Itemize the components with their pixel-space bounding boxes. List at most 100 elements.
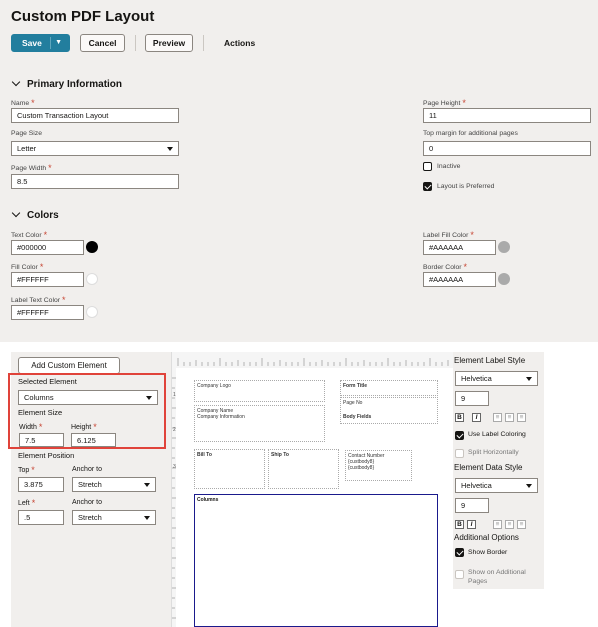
anchor-left-value: Stretch (78, 513, 102, 522)
columns-element[interactable]: Columns (194, 494, 438, 627)
anchor-to-label: Anchor to (72, 466, 102, 473)
data-font-select[interactable]: Helvetica (455, 478, 538, 493)
toolbar-divider (203, 35, 204, 51)
company-logo-text: Company Logo (197, 383, 231, 389)
actions-menu[interactable]: Actions (224, 38, 255, 48)
label-size-field[interactable]: 9 (455, 391, 489, 406)
inactive-checkbox[interactable] (423, 162, 432, 171)
left-label: Left * (18, 498, 36, 508)
chevron-down-icon (144, 516, 150, 520)
name-label: Name * (11, 98, 35, 108)
save-label: Save (22, 38, 42, 48)
top-margin-label: Top margin for additional pages (423, 130, 518, 137)
align-left-icon[interactable]: ≡ (493, 520, 502, 529)
chevron-down-icon (526, 377, 532, 381)
element-position-label: Element Position (18, 451, 75, 460)
layout-preferred-label: Layout is Preferred (437, 183, 495, 190)
top-label: Top * (18, 465, 35, 475)
label-font-select[interactable]: Helvetica (455, 371, 538, 386)
inactive-label: Inactive (437, 163, 461, 170)
data-font-value: Helvetica (461, 481, 492, 490)
bold-button[interactable]: B (455, 413, 464, 422)
company-information-text: Company Information (197, 414, 245, 420)
primary-information-header[interactable]: Primary Information (11, 77, 123, 90)
border-color-swatch[interactable] (498, 273, 510, 285)
page-height-label: Page Height * (423, 98, 466, 108)
contact-number-element[interactable]: Contact Number {custbody8} {custbody8} (345, 450, 412, 481)
left-field[interactable]: .5 (18, 510, 64, 525)
chevron-down-icon (526, 484, 532, 488)
text-color-swatch[interactable] (86, 241, 98, 253)
bill-to-text: Bill To (197, 452, 212, 458)
company-logo-element[interactable]: Company Logo (194, 380, 325, 402)
width-field[interactable]: 7.5 (19, 433, 64, 447)
page-size-value: Letter (17, 144, 37, 153)
chevron-down-icon[interactable]: ▼ (55, 39, 62, 46)
align-right-icon[interactable]: ≡ (517, 520, 526, 529)
label-text-color-field[interactable]: #FFFFFF (11, 305, 84, 320)
split-horizontally-label: Split Horizontally (468, 449, 519, 456)
page-size-select[interactable]: Letter (11, 141, 179, 156)
text-color-field[interactable]: #000000 (11, 240, 84, 255)
anchor-left-select[interactable]: Stretch (72, 510, 156, 525)
italic-button[interactable]: I (472, 413, 481, 422)
element-data-style-header: Element Data Style (454, 463, 523, 472)
show-border-checkbox[interactable] (455, 548, 464, 557)
show-on-additional-pages-label: Show on Additional Pages (468, 569, 526, 585)
chevron-down-icon (167, 147, 173, 151)
layout-preferred-checkbox[interactable] (423, 182, 432, 191)
chevron-down-icon (144, 483, 150, 487)
form-title-element[interactable]: Form Title (340, 380, 438, 396)
label-font-value: Helvetica (461, 374, 492, 383)
cancel-button[interactable]: Cancel (80, 34, 125, 52)
label-fill-color-swatch[interactable] (498, 241, 510, 253)
ship-to-element[interactable]: Ship To (268, 449, 339, 489)
page-title: Custom PDF Layout (11, 8, 155, 25)
body-fields-element[interactable]: Page No Body Fields (340, 397, 438, 424)
selected-element-value: Columns (24, 393, 54, 402)
top-field[interactable]: 3.875 (18, 477, 64, 492)
colors-header[interactable]: Colors (11, 208, 59, 221)
label-text-color-label: Label Text Color * (11, 295, 66, 305)
height-label: Height * (71, 422, 97, 432)
bill-to-element[interactable]: Bill To (194, 449, 265, 489)
element-label-style-header: Element Label Style (454, 356, 526, 365)
element-size-label: Element Size (18, 408, 63, 417)
chevron-down-icon (11, 208, 21, 218)
save-button[interactable]: Save ▼ (11, 34, 70, 52)
selected-element-select[interactable]: Columns (18, 390, 158, 405)
align-center-icon[interactable]: ≡ (505, 520, 514, 529)
label-fill-color-field[interactable]: #AAAAAA (423, 240, 496, 255)
page-width-field[interactable]: 8.5 (11, 174, 179, 189)
align-right-icon[interactable]: ≡ (517, 413, 526, 422)
height-field[interactable]: 6.125 (71, 433, 116, 447)
preview-button[interactable]: Preview (145, 34, 193, 52)
italic-button[interactable]: I (467, 520, 476, 529)
page-height-field[interactable]: 11 (423, 108, 591, 123)
name-field[interactable]: Custom Transaction Layout (11, 108, 179, 123)
chevron-down-icon (11, 77, 21, 87)
form-title-text: Form Title (343, 383, 368, 389)
align-left-icon[interactable]: ≡ (493, 413, 502, 422)
label-text-color-swatch[interactable] (86, 306, 98, 318)
split-horizontally-checkbox[interactable] (455, 449, 464, 458)
show-on-additional-pages-checkbox[interactable] (455, 570, 464, 579)
save-divider (50, 37, 51, 49)
body-fields-text: Body Fields (343, 414, 372, 420)
data-size-field[interactable]: 9 (455, 498, 489, 513)
add-custom-element-button[interactable]: Add Custom Element (18, 357, 120, 374)
label-fill-color-label: Label Fill Color * (423, 230, 474, 240)
fill-color-swatch[interactable] (86, 273, 98, 285)
use-label-coloring-checkbox[interactable] (455, 431, 464, 440)
fill-color-field[interactable]: #FFFFFF (11, 272, 84, 287)
top-margin-field[interactable]: 0 (423, 141, 591, 156)
border-color-field[interactable]: #AAAAAA (423, 272, 496, 287)
anchor-top-select[interactable]: Stretch (72, 477, 156, 492)
company-info-element[interactable]: Company Name Company Information (194, 405, 325, 442)
anchor-top-value: Stretch (78, 480, 102, 489)
bold-button[interactable]: B (455, 520, 464, 529)
align-center-icon[interactable]: ≡ (505, 413, 514, 422)
horizontal-ruler (172, 352, 454, 368)
ship-to-text: Ship To (271, 452, 289, 458)
primary-information-title: Primary Information (27, 79, 123, 90)
